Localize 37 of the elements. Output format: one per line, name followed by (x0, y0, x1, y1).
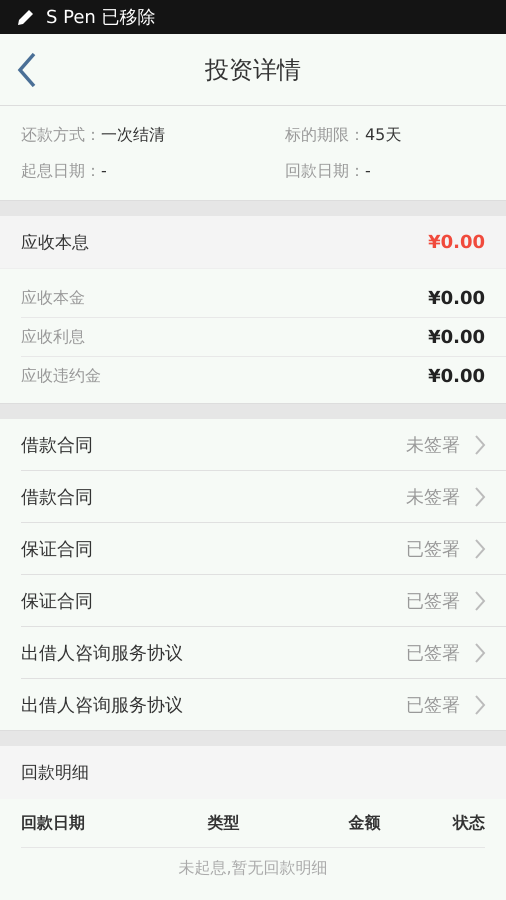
field-value: - (365, 160, 371, 180)
section-title: 回款明细 (21, 762, 89, 784)
field-label: 标的期限： (285, 124, 365, 144)
chevron-icon (474, 694, 486, 716)
contract-row[interactable]: 出借人咨询服务协议 已签署 (21, 627, 506, 679)
chevron-icon (474, 590, 486, 612)
chevron-icon (474, 486, 486, 508)
field-label: 回款日期： (285, 160, 365, 180)
contract-row[interactable]: 借款合同 未签署 (21, 471, 506, 523)
amount-value: ¥0.00 (428, 288, 485, 308)
field-label: 还款方式： (21, 124, 101, 144)
column-header: 回款日期 (21, 812, 86, 834)
page-title: 投资详情 (205, 54, 301, 86)
field-label: 起息日期： (21, 160, 101, 180)
field-value: - (101, 160, 107, 180)
contract-row[interactable]: 出借人咨询服务协议 已签署 (21, 679, 506, 730)
chevron-icon (474, 538, 486, 560)
contract-row[interactable]: 保证合同 已签署 (21, 523, 506, 575)
empty-message: 未起息,暂无回款明细 (178, 858, 328, 878)
status-text: S Pen 已移除 (46, 6, 156, 29)
field-value: 45天 (365, 124, 402, 144)
amount-label: 应收本金 (21, 288, 85, 308)
chevron-icon (474, 642, 486, 664)
column-header: 类型 (206, 812, 241, 834)
field-value: 一次结清 (101, 124, 165, 144)
contract-row[interactable]: 保证合同 已签署 (21, 575, 506, 627)
amount-label: 应收利息 (21, 326, 85, 348)
section-title: 应收本息 (21, 232, 89, 254)
amount-label: 应收违约金 (21, 366, 101, 386)
contract-row[interactable]: 借款合同 未签署 (21, 419, 506, 471)
amount-value: ¥0.00 (428, 366, 485, 386)
column-header: 状态 (451, 812, 485, 834)
chevron-icon (474, 434, 486, 456)
total-amount: ¥0.00 (428, 232, 485, 252)
amount-value: ¥0.00 (428, 326, 485, 348)
column-header: 金额 (347, 812, 382, 834)
pen-icon (16, 7, 36, 27)
